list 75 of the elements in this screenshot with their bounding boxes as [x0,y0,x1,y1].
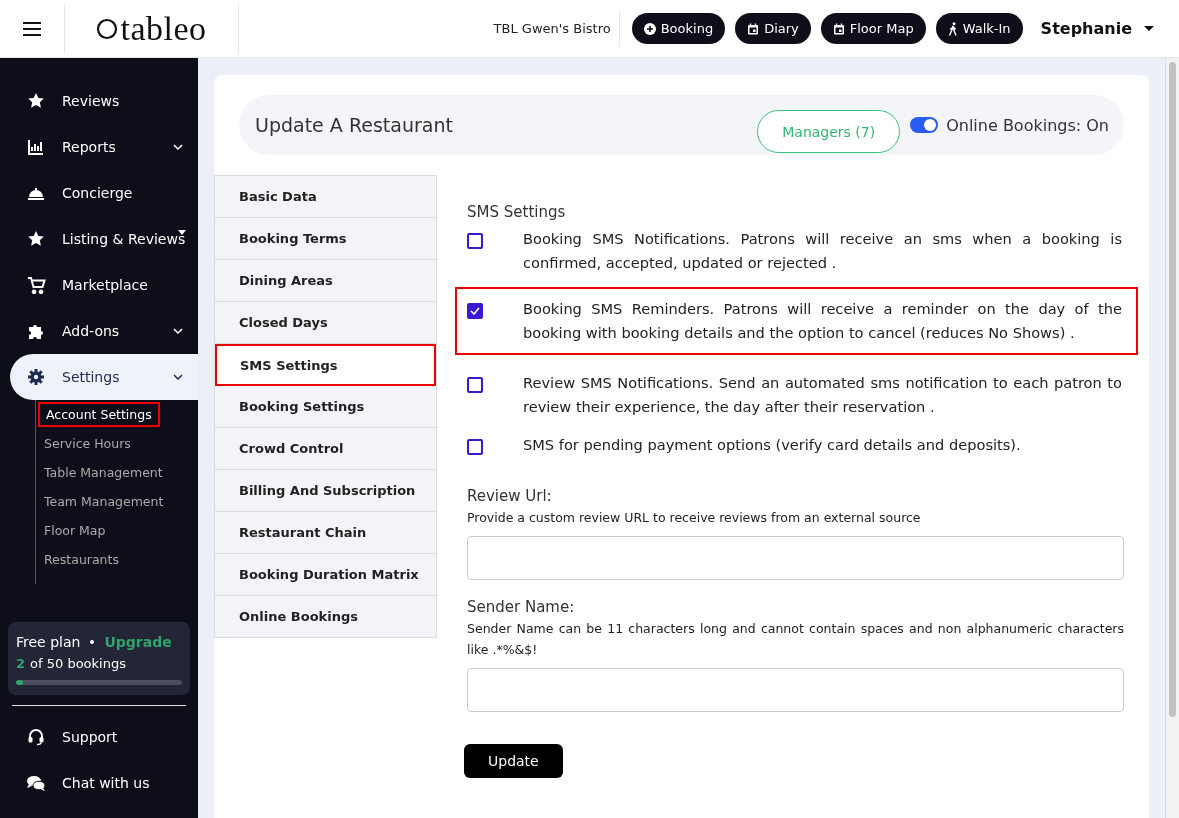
option-label: SMS for pending payment options (verify card details and deposits). [523,435,1022,455]
settings-tab[interactable]: Basic Data [215,176,436,218]
header-action-button[interactable]: Booking [631,13,726,44]
submenu-item[interactable]: Service Hours [38,431,137,460]
sidebar-item[interactable]: Marketplace [0,262,198,308]
menu-icon[interactable] [22,20,42,37]
sidebar-link[interactable]: Chat with us [0,760,198,806]
scrollbar[interactable] [1165,58,1179,818]
sidebar-link[interactable]: Support [0,714,198,760]
caret-icon[interactable] [178,230,186,235]
cart-icon [26,276,46,294]
user-menu[interactable]: Stephanie [1040,19,1154,38]
field-help: Provide a custom review URL to receive reviews from an external source [467,509,922,527]
update-button[interactable]: Update [464,744,563,778]
field-label: Review Url: [467,487,553,505]
header-action-button[interactable]: Diary [735,13,811,44]
settings-tab[interactable]: SMS Settings [215,344,436,386]
header-action-button[interactable]: Walk-In [935,13,1023,44]
caret-icon [1144,25,1154,32]
header-action-button[interactable]: Floor Map [820,13,926,44]
sidebar-item[interactable]: Settings [10,354,198,400]
section-title: SMS Settings [467,203,567,221]
checkbox[interactable] [467,233,483,249]
chart-icon [26,138,46,156]
usage-text: of 50 bookings [30,656,126,671]
settings-tab[interactable]: Crowd Control [215,428,436,470]
toggle-switch[interactable] [910,117,939,133]
plan-name: Free plan [16,634,81,650]
submenu-item[interactable]: Table Management [38,460,169,489]
usage-count: 2 [16,656,26,671]
checkbox[interactable] [467,303,483,319]
restaurant-name: TBL Gwen's Bistro [493,10,620,47]
settings-tab[interactable]: Booking Settings [215,386,436,428]
plus-circle-icon [643,22,656,35]
submenu-item[interactable]: Restaurants [38,547,125,576]
headset-icon [26,728,46,746]
gear-icon [26,368,46,386]
puzzle-icon [26,322,46,340]
star-icon [26,230,46,248]
sidebar-item[interactable]: Add-ons [0,308,198,354]
page-title: Update A Restaurant [255,114,453,136]
input-field[interactable] [467,536,1124,580]
option-label: Booking SMS Reminders. Patrons will receive a reminder on the day of the booking with booking details and the option to cancel (reduces No Shows) . [523,299,1122,343]
checkbox[interactable] [467,439,483,455]
sidebar-item[interactable]: Reports [0,124,198,170]
logo: tableo [120,9,207,48]
chevron-down-icon[interactable] [173,374,183,380]
settings-tab[interactable]: Booking Terms [215,218,436,260]
settings-tab[interactable]: Booking Duration Matrix [215,554,436,596]
walking-person-icon [947,21,958,36]
submenu-item[interactable]: Account Settings [38,402,160,427]
settings-tab[interactable]: Restaurant Chain [215,512,436,554]
submenu-item[interactable]: Team Management [38,489,170,518]
option-label: Review SMS Notifications. Send an automated sms notification to each patron to review their experience, the day after their reservation . [523,373,1122,417]
field-help: Sender Name can be 11 characters long and cannot contain spaces and non alphanumeric characters like .*%&$! [467,620,1124,659]
check-icon [470,307,480,315]
submenu-item[interactable]: Floor Map [38,518,112,547]
star-icon [26,92,46,110]
settings-tab[interactable]: Dining Areas [215,260,436,302]
option-label: Booking SMS Notifications. Patrons will receive an sms when a booking is confirmed, accepted, updated or rejected . [523,229,1122,273]
settings-tab[interactable]: Online Bookings [215,596,436,638]
sidebar-item[interactable]: Reviews [0,78,198,124]
calendar-icon [747,22,760,35]
sidebar-item[interactable]: Listing & Reviews [0,216,198,262]
logo-ring-icon [96,17,119,40]
settings-tab[interactable]: Closed Days [215,302,436,344]
input-field[interactable] [467,668,1124,712]
chat-icon [26,774,46,792]
settings-tab[interactable]: Billing And Subscription [215,470,436,512]
sidebar-item[interactable]: Concierge [0,170,198,216]
toggle-label: Online Bookings: On [946,115,1109,135]
calendar-icon [832,22,845,35]
field-label: Sender Name: [467,598,576,616]
upgrade-link[interactable]: Upgrade [104,634,172,650]
checkbox[interactable] [467,377,483,393]
